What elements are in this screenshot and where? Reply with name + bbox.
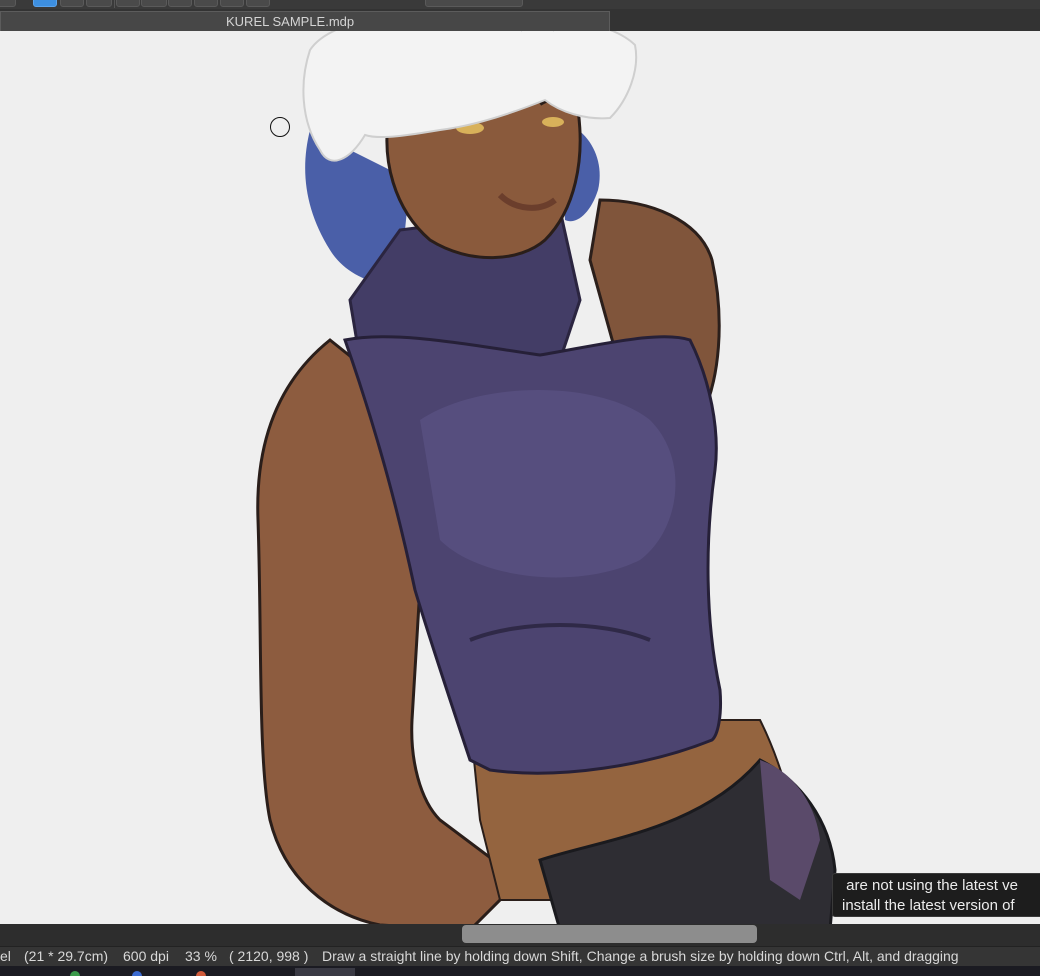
document-tab[interactable]: KUREL SAMPLE.mdp [0, 11, 610, 31]
document-tab-bar: KUREL SAMPLE.mdp [0, 9, 1040, 32]
lasso-tool-button[interactable] [168, 0, 192, 7]
right-eye-shape [542, 117, 564, 127]
drawing-canvas[interactable] [0, 31, 1040, 924]
status-cursor-position: ( 2120, 998 ) [229, 948, 309, 964]
toolbar-dropdown[interactable] [425, 0, 523, 7]
document-tab-title: KUREL SAMPLE.mdp [226, 14, 355, 29]
status-hint: Draw a straight line by holding down Shi… [322, 948, 959, 964]
hand-tool-button[interactable] [246, 0, 270, 7]
tool-button-prev[interactable] [0, 0, 16, 7]
taskbar-app-icon[interactable] [196, 971, 206, 976]
status-paper-size: (21 * 29.7cm) [24, 948, 109, 964]
horizontal-scrollbar[interactable] [0, 924, 1040, 946]
character-illustration [256, 31, 837, 924]
update-notification[interactable]: are not using the latest ve install the … [832, 873, 1040, 917]
fill-tool-button[interactable] [194, 0, 218, 7]
pen-tool-button[interactable] [60, 0, 84, 7]
top-toolbar [0, 0, 1040, 9]
scrollbar-thumb[interactable] [462, 925, 757, 943]
status-unit: el [0, 948, 11, 964]
os-taskbar [0, 966, 1040, 976]
taskbar-active-app[interactable] [295, 968, 355, 976]
taskbar-app-icon[interactable] [70, 971, 80, 976]
transform-tool-button[interactable] [141, 0, 167, 7]
brush-tool-button[interactable] [33, 0, 57, 7]
notification-line-2: install the latest version of [842, 897, 1015, 914]
eraser-tool-button[interactable] [86, 0, 112, 7]
chest-shading [420, 390, 676, 578]
notification-line-1: are not using the latest ve [842, 877, 1018, 894]
status-bar: el (21 * 29.7cm) 600 dpi 33 % ( 2120, 99… [0, 946, 1040, 967]
eyedropper-tool-button[interactable] [220, 0, 244, 7]
brush-cursor [270, 117, 290, 137]
status-zoom: 33 % [185, 948, 217, 964]
select-tool-button[interactable] [116, 0, 140, 7]
status-resolution: 600 dpi [123, 948, 169, 964]
taskbar-app-icon[interactable] [132, 971, 142, 976]
